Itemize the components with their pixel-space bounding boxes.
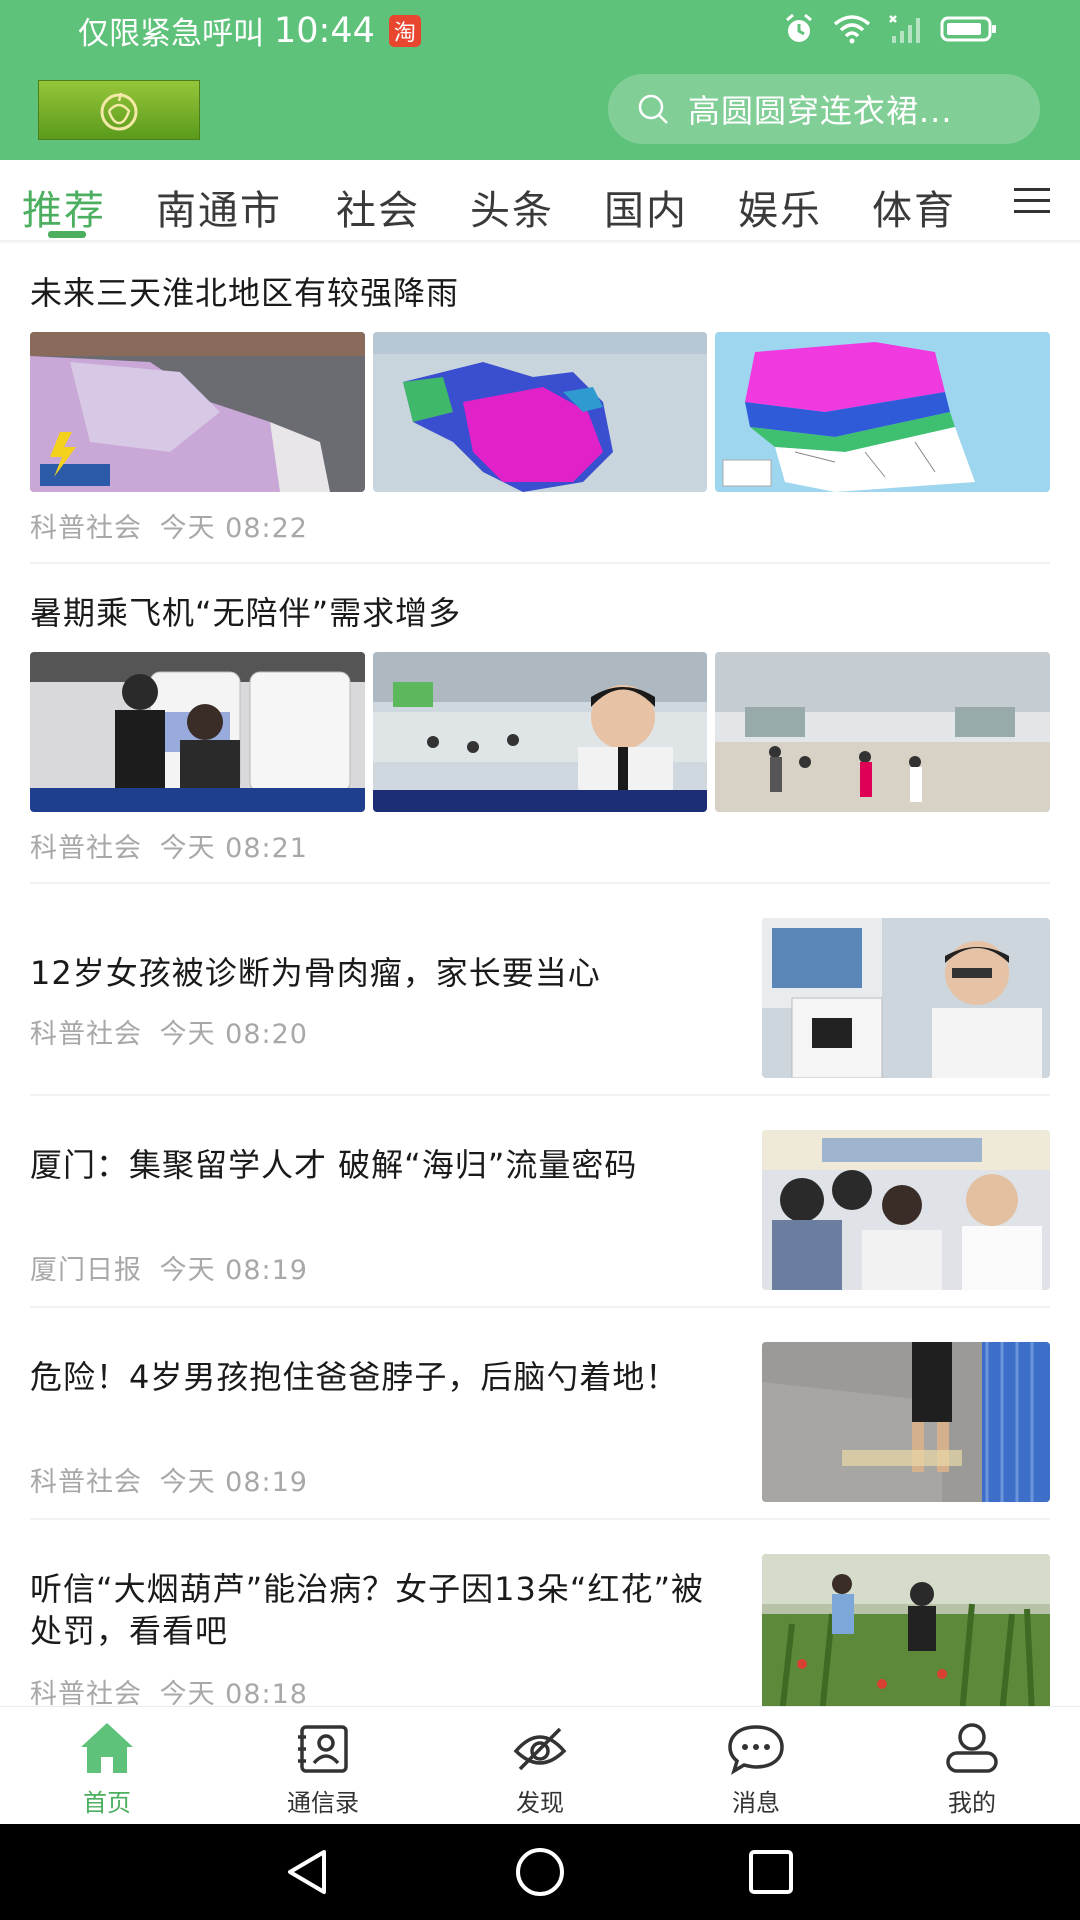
tabs-shadow xyxy=(0,240,1080,244)
nav-label: 发现 xyxy=(516,1789,564,1817)
status-bar: 仅限紧急呼叫 10:44 淘 xyxy=(0,0,1080,60)
tab-recommend[interactable]: 推荐 xyxy=(22,178,106,236)
news-time: 今天 08:22 xyxy=(159,513,308,544)
news-image xyxy=(715,652,1051,812)
divider xyxy=(30,1094,1050,1096)
news-image xyxy=(372,332,708,492)
news-title: 未来三天淮北地区有较强降雨 xyxy=(30,274,460,312)
news-meta: 厦门日报 今天 08:19 xyxy=(30,1248,308,1287)
news-time: 今天 08:21 xyxy=(159,833,308,864)
news-time: 今天 08:20 xyxy=(159,1019,308,1050)
nav-discover[interactable]: 发现 xyxy=(465,1719,615,1818)
news-meta: 科普社会 今天 08:19 xyxy=(30,1460,308,1499)
search-placeholder: 高圆圆穿连衣裙... xyxy=(688,92,953,130)
search-bar[interactable]: 高圆圆穿连衣裙... xyxy=(608,74,1040,144)
tab-sports[interactable]: 体育 xyxy=(872,178,956,236)
tab-society[interactable]: 社会 xyxy=(336,178,420,236)
news-source: 厦门日报 xyxy=(30,1255,142,1286)
discover-icon xyxy=(513,1727,567,1771)
alarm-icon xyxy=(786,13,812,42)
nav-contacts[interactable]: 通信录 xyxy=(248,1719,398,1818)
news-item-multi-image[interactable]: 暑期乘飞机“无陪伴”需求增多 科普社会 今天 08:21 xyxy=(30,592,1051,865)
tab-entertainment[interactable]: 娱乐 xyxy=(738,178,822,236)
message-icon xyxy=(728,1725,784,1775)
active-tab-indicator xyxy=(48,231,86,238)
nav-label: 我的 xyxy=(948,1789,996,1817)
nav-messages[interactable]: 消息 xyxy=(681,1719,831,1818)
taobao-notification-icon: 淘 xyxy=(388,14,421,47)
news-item-multi-image[interactable]: 未来三天淮北地区有较强降雨 科普社会 今天 08:22 xyxy=(30,272,1051,545)
news-source: 科普社会 xyxy=(30,1467,142,1498)
tab-domestic[interactable]: 国内 xyxy=(604,178,688,236)
news-source: 科普社会 xyxy=(30,1019,142,1050)
recent-apps-icon[interactable] xyxy=(746,1846,796,1898)
news-title: 厦门：集聚留学人才 破解“海归”流量密码 xyxy=(30,1146,638,1184)
news-meta: 科普社会 今天 08:18 xyxy=(30,1672,308,1706)
nav-label: 消息 xyxy=(732,1789,780,1817)
news-title: 听信“大烟葫芦”能治病？女子因13朵“红花”被处罚，看看吧 xyxy=(30,1570,705,1650)
nav-label: 首页 xyxy=(83,1789,131,1817)
nav-home[interactable]: 首页 xyxy=(32,1719,182,1818)
news-source: 科普社会 xyxy=(30,833,142,864)
news-meta: 科普社会 今天 08:22 xyxy=(30,506,1050,545)
news-source: 科普社会 xyxy=(30,513,142,544)
signal-icon xyxy=(889,15,920,43)
clock: 10:44 xyxy=(274,10,375,51)
news-item-single-image[interactable]: 12岁女孩被诊断为骨肉瘤，家长要当心 科普社会 今天 08:20 xyxy=(30,918,1050,1080)
news-item-single-image[interactable]: 厦门：集聚留学人才 破解“海归”流量密码 厦门日报 今天 08:19 xyxy=(30,1130,1050,1292)
app-header: 仅限紧急呼叫 10:44 淘 高圆圆穿连衣裙... xyxy=(0,0,1080,160)
app-logo[interactable] xyxy=(38,80,200,140)
menu-icon[interactable] xyxy=(1014,188,1050,214)
news-image-row xyxy=(30,332,1051,492)
tab-headlines[interactable]: 头条 xyxy=(470,178,554,236)
news-meta: 科普社会 今天 08:21 xyxy=(30,826,1050,865)
news-image xyxy=(762,918,1050,1078)
news-title: 暑期乘飞机“无陪伴”需求增多 xyxy=(30,594,462,632)
bottom-navigation: 首页 通信录 发现 消息 我的 xyxy=(0,1706,1080,1825)
apple-logo-icon xyxy=(100,92,138,131)
tab-nantong[interactable]: 南通市 xyxy=(156,178,282,236)
news-meta: 科普社会 今天 08:20 xyxy=(30,1012,308,1051)
home-icon xyxy=(81,1723,133,1773)
divider xyxy=(30,882,1050,884)
news-image xyxy=(30,652,365,812)
news-item-single-image[interactable]: 听信“大烟葫芦”能治病？女子因13朵“红花”被处罚，看看吧 科普社会 今天 08… xyxy=(30,1554,1050,1706)
divider xyxy=(30,1306,1050,1308)
divider xyxy=(30,1518,1050,1520)
news-title: 危险！4岁男孩抱住爸爸脖子，后脑勺着地！ xyxy=(30,1358,679,1396)
search-icon xyxy=(638,94,668,124)
news-item-single-image[interactable]: 危险！4岁男孩抱住爸爸脖子，后脑勺着地！ 科普社会 今天 08:19 xyxy=(30,1342,1050,1504)
news-image xyxy=(372,652,708,812)
news-title: 12岁女孩被诊断为骨肉瘤，家长要当心 xyxy=(30,954,601,992)
nav-profile[interactable]: 我的 xyxy=(897,1719,1047,1818)
news-time: 今天 08:18 xyxy=(159,1679,308,1706)
contacts-icon xyxy=(298,1725,348,1773)
news-image xyxy=(715,332,1051,492)
category-tabs: 推荐 南通市 社会 头条 国内 娱乐 体育 xyxy=(0,160,1080,240)
battery-icon xyxy=(940,16,996,42)
news-source: 科普社会 xyxy=(30,1679,142,1706)
news-time: 今天 08:19 xyxy=(159,1255,308,1286)
system-navigation-bar xyxy=(0,1824,1080,1920)
back-icon[interactable] xyxy=(282,1846,332,1898)
news-image xyxy=(762,1342,1050,1502)
news-image-row xyxy=(30,652,1051,812)
news-image xyxy=(30,332,365,492)
home-circle-icon[interactable] xyxy=(514,1846,566,1898)
news-time: 今天 08:19 xyxy=(159,1467,308,1498)
wifi-icon xyxy=(833,15,871,44)
nav-label: 通信录 xyxy=(287,1789,359,1817)
divider xyxy=(30,562,1050,564)
news-image xyxy=(762,1130,1050,1290)
news-image xyxy=(762,1554,1050,1706)
carrier-text: 仅限紧急呼叫 xyxy=(78,16,264,52)
profile-icon xyxy=(946,1723,998,1773)
